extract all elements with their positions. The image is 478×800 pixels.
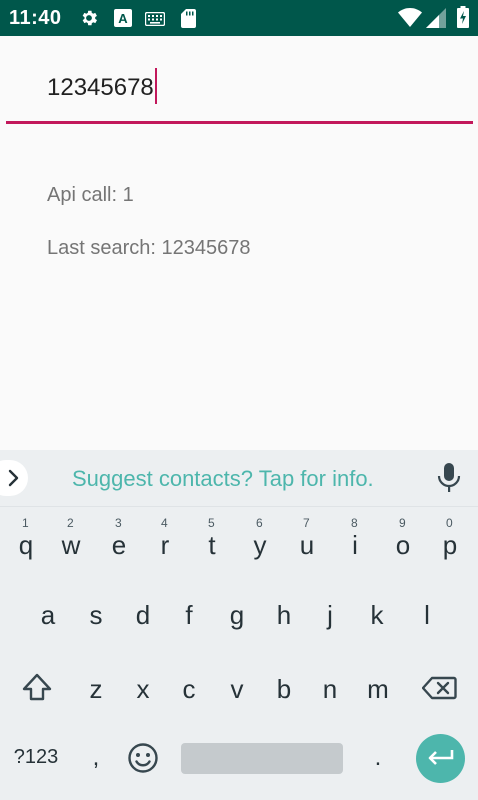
key-label: h (276, 600, 292, 630)
key-p[interactable]: p0 (432, 516, 468, 560)
key-z[interactable]: z (78, 674, 114, 704)
shift-key-icon[interactable] (22, 673, 52, 701)
key-label: u (299, 530, 315, 560)
key-label: i (352, 530, 358, 560)
suggestion-strip: Suggest contacts? Tap for info. (0, 450, 478, 507)
key-hint: 4 (161, 516, 168, 530)
space-key[interactable] (181, 743, 343, 774)
key-hint: 6 (256, 516, 263, 530)
key-hint: 1 (22, 516, 29, 530)
enter-key[interactable] (416, 734, 465, 783)
key-c[interactable]: c (171, 674, 207, 704)
cellular-signal-icon (426, 8, 446, 28)
key-v[interactable]: v (219, 674, 255, 704)
key-q[interactable]: q1 (8, 516, 44, 560)
period-key[interactable]: . (368, 744, 388, 772)
last-search-text: Last search: 12345678 (47, 237, 251, 259)
key-j[interactable]: j (312, 600, 348, 630)
key-label: s (89, 600, 103, 630)
key-k[interactable]: k (359, 600, 395, 630)
wifi-icon (398, 8, 422, 27)
key-y[interactable]: y6 (242, 516, 278, 560)
sd-card-icon (181, 9, 196, 28)
api-call-count: Api call: 1 (47, 184, 134, 206)
battery-charging-icon (457, 6, 469, 28)
key-label: v (230, 674, 244, 704)
key-h[interactable]: h (266, 600, 302, 630)
key-label: r (160, 530, 170, 560)
key-w[interactable]: w2 (53, 516, 89, 560)
key-label: w (61, 530, 81, 560)
comma-key[interactable]: , (86, 744, 106, 772)
search-input[interactable]: 12345678 (6, 58, 473, 124)
key-hint: 8 (351, 516, 358, 530)
key-label: z (89, 674, 103, 704)
key-label: e (111, 530, 127, 560)
key-hint: 2 (67, 516, 74, 530)
key-label: p (442, 530, 458, 560)
key-t[interactable]: t5 (194, 516, 230, 560)
key-n[interactable]: n (312, 674, 348, 704)
key-label: y (253, 530, 267, 560)
app-content: 12345678 Api call: 1 Last search: 123456… (0, 36, 478, 450)
key-label: t (208, 530, 216, 560)
key-label: b (276, 674, 292, 704)
key-label: q (18, 530, 34, 560)
key-g[interactable]: g (219, 600, 255, 630)
key-e[interactable]: e3 (101, 516, 137, 560)
text-cursor (154, 68, 157, 104)
key-o[interactable]: o9 (385, 516, 421, 560)
key-label: d (135, 600, 151, 630)
key-a[interactable]: a (30, 600, 66, 630)
enter-arrow-icon (428, 750, 454, 765)
search-input-value[interactable]: 12345678 (47, 68, 157, 104)
svg-text:A: A (118, 11, 128, 26)
soft-keyboard: Suggest contacts? Tap for info. q1w2e3r4… (0, 450, 478, 800)
gear-icon (82, 10, 97, 26)
key-f[interactable]: f (171, 600, 207, 630)
key-label: j (327, 600, 333, 630)
key-label: m (367, 674, 389, 704)
status-time: 11:40 (9, 7, 62, 29)
key-l[interactable]: l (409, 600, 445, 630)
key-i[interactable]: i8 (337, 516, 373, 560)
keyboard-icon (145, 12, 165, 26)
backspace-key-icon[interactable] (422, 676, 457, 700)
key-b[interactable]: b (266, 674, 302, 704)
microphone-icon[interactable] (436, 463, 462, 493)
key-hint: 3 (115, 516, 122, 530)
key-label: x (136, 674, 150, 704)
key-r[interactable]: r4 (147, 516, 183, 560)
chevron-right-icon (8, 469, 19, 487)
key-label: a (40, 600, 56, 630)
key-s[interactable]: s (78, 600, 114, 630)
key-u[interactable]: u7 (289, 516, 325, 560)
key-x[interactable]: x (125, 674, 161, 704)
emoji-key-icon[interactable] (127, 742, 159, 774)
key-d[interactable]: d (125, 600, 161, 630)
key-label: g (229, 600, 245, 630)
key-label: l (424, 600, 430, 630)
expand-toolbar-button[interactable] (0, 460, 28, 496)
keyboard-a-icon: A (114, 9, 132, 27)
key-m[interactable]: m (360, 674, 396, 704)
key-hint: 7 (303, 516, 310, 530)
key-hint: 9 (399, 516, 406, 530)
symbols-key[interactable]: ?123 (8, 746, 64, 769)
key-hint: 0 (446, 516, 453, 530)
key-label: f (185, 600, 193, 630)
key-label: k (370, 600, 384, 630)
key-label: o (395, 530, 411, 560)
key-label: n (322, 674, 338, 704)
status-bar: 11:40 A (0, 0, 478, 36)
key-hint: 5 (208, 516, 215, 530)
key-label: c (182, 674, 196, 704)
suggest-contacts-prompt[interactable]: Suggest contacts? Tap for info. (72, 466, 374, 492)
